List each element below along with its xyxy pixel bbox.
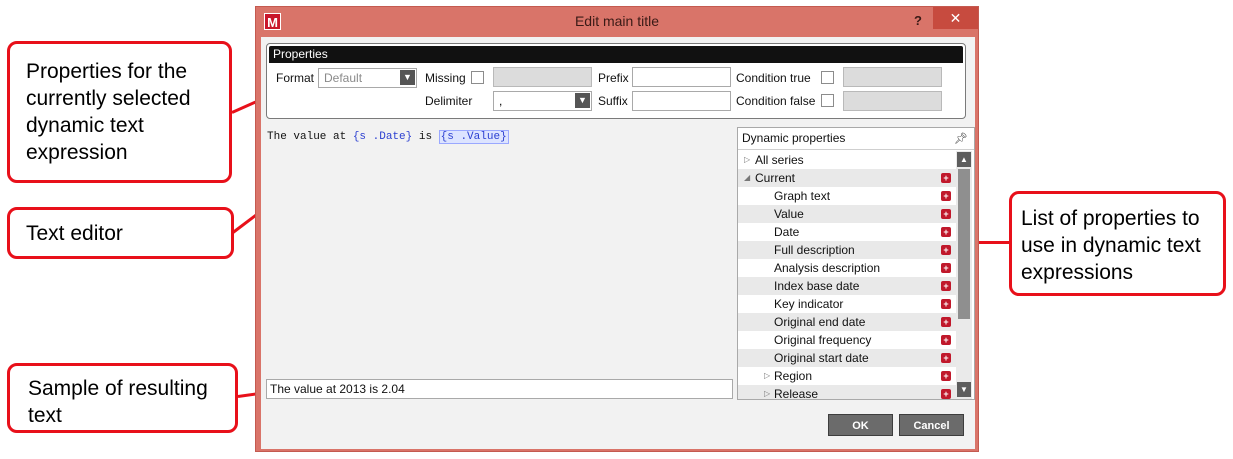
help-button[interactable]: ? [908,11,928,31]
condition-true-label: Condition true [736,71,811,85]
property-item-label: Index base date [774,279,860,293]
format-dropdown[interactable]: Default ▼ [318,68,417,88]
prefix-label: Prefix [598,71,629,85]
property-item-label: Key indicator [774,297,844,311]
value-token[interactable]: {s .Value} [438,130,509,144]
edit-main-title-dialog: M Edit main title ? ✕ Properties Format … [255,6,979,452]
pin-icon[interactable]: 📌︎ [954,129,968,150]
prefix-field[interactable] [632,67,731,87]
condition-false-field[interactable] [843,91,942,111]
title-bar: M Edit main title ? ✕ [256,7,978,37]
callout-text-editor: Text editor [7,207,234,259]
condition-false-checkbox[interactable] [821,94,834,107]
property-item[interactable]: Value + [738,205,956,223]
property-item-label: Original frequency [774,333,872,347]
property-item-label: Graph text [774,189,831,203]
property-item-label: Release [774,387,819,399]
dialog-body: Properties Format Default ▼ Missing Deli… [261,37,975,449]
property-item[interactable]: ▷ Release + [738,385,956,399]
format-label: Format [276,71,315,85]
add-property-icon[interactable]: + [941,191,951,201]
delimiter-value: , [499,94,503,108]
add-property-icon[interactable]: + [941,353,951,363]
property-item[interactable]: Index base date + [738,277,956,295]
condition-false-label: Condition false [736,94,816,108]
callout-list: List of properties to use in dynamic tex… [1009,191,1226,296]
add-property-icon[interactable]: + [941,281,951,291]
callout-sample: Sample of resulting text [7,363,238,433]
condition-true-field[interactable] [843,67,942,87]
add-property-icon[interactable]: + [941,209,951,219]
scroll-down-icon[interactable]: ▼ [957,382,971,397]
callout-properties-text: Properties for the currently selected dy… [26,60,191,164]
add-property-icon[interactable]: + [941,299,951,309]
property-item-label: Original end date [774,315,866,329]
property-item[interactable]: Original start date + [738,349,956,367]
missing-label: Missing [425,71,466,85]
delimiter-label: Delimiter [425,94,473,108]
missing-checkbox[interactable] [471,71,484,84]
add-property-icon[interactable]: + [941,263,951,273]
property-item-label: Region [774,369,813,383]
editor-text: The value at [267,131,353,143]
property-item[interactable]: Key indicator + [738,295,956,313]
callout-text-editor-text: Text editor [26,222,123,245]
add-property-icon[interactable]: + [941,317,951,327]
dialog-title: Edit main title [574,13,660,29]
format-value: Default [324,71,363,85]
property-item[interactable]: Full description + [738,241,956,259]
properties-header: Properties [269,46,963,63]
property-item-label: Full description [774,243,855,257]
add-property-icon[interactable]: + [941,389,951,399]
suffix-field[interactable] [632,91,731,111]
property-item-label: Original start date [774,351,869,365]
delimiter-dropdown[interactable]: , ▼ [493,91,592,111]
scroll-up-icon[interactable]: ▲ [957,152,971,167]
property-item[interactable]: Original end date + [738,313,956,331]
property-item[interactable]: ◢ Current + [738,169,956,187]
add-property-icon[interactable]: + [941,371,951,381]
property-item-label: Value [774,207,804,221]
property-item[interactable]: Analysis description + [738,259,956,277]
property-item[interactable]: ▷ Region + [738,367,956,385]
callout-properties: Properties for the currently selected dy… [7,41,232,183]
close-button[interactable]: ✕ [933,7,978,29]
add-property-icon[interactable]: + [941,173,951,183]
add-property-icon[interactable]: + [941,227,951,237]
vertical-scrollbar[interactable]: ▲ ▼ [956,151,972,399]
property-item[interactable]: Date + [738,223,956,241]
dynamic-properties-header: Dynamic properties 📌︎ [738,128,974,150]
date-token[interactable]: {s .Date} [353,131,412,143]
missing-field[interactable] [493,67,592,87]
chevron-down-icon: ▼ [400,70,415,85]
property-item[interactable]: Graph text + [738,187,956,205]
text-editor[interactable]: The value at {s .Date} is {s .Value} [261,127,731,377]
callout-list-text: List of properties to use in dynamic tex… [1021,207,1201,284]
property-item[interactable]: ▷ All series [738,151,956,169]
property-item-label: Analysis description [774,261,881,275]
chevron-down-icon: ▼ [575,93,590,108]
suffix-label: Suffix [598,94,628,108]
scroll-thumb[interactable] [958,169,970,319]
ok-button[interactable]: OK [828,414,893,436]
dynamic-properties-panel: Dynamic properties 📌︎ ▷ All series ◢ Curren… [737,127,975,400]
expand-arrow-icon[interactable]: ▷ [744,151,750,169]
properties-panel: Properties Format Default ▼ Missing Deli… [266,43,966,119]
add-property-icon[interactable]: + [941,245,951,255]
cancel-button[interactable]: Cancel [899,414,964,436]
callout-sample-text: Sample of resulting text [28,377,208,427]
property-item[interactable]: Original frequency + [738,331,956,349]
property-item-label: All series [755,153,804,167]
dynamic-properties-title: Dynamic properties [742,131,846,145]
condition-true-checkbox[interactable] [821,71,834,84]
editor-text: is [412,131,439,143]
property-item-label: Current [755,171,796,185]
expand-arrow-icon[interactable]: ▷ [764,367,770,385]
expand-arrow-icon[interactable]: ▷ [764,385,770,399]
property-item-label: Date [774,225,800,239]
sample-text-field: The value at 2013 is 2.04 [266,379,733,399]
add-property-icon[interactable]: + [941,335,951,345]
collapse-arrow-icon[interactable]: ◢ [744,169,750,187]
dynamic-properties-list: ▷ All series ◢ Current + Graph text + Value + Dat… [738,151,956,399]
